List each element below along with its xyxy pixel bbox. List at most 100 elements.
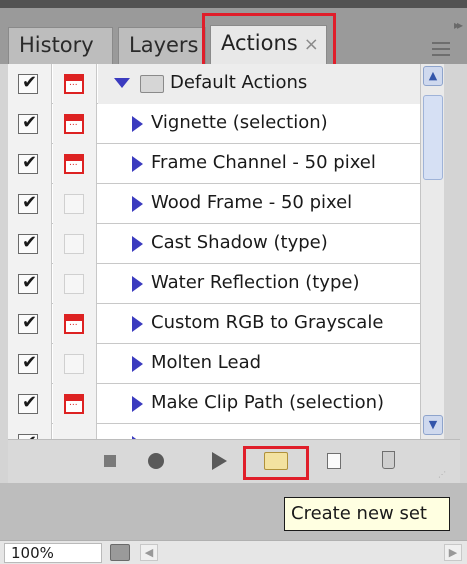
checkmark-icon[interactable]: ✔ (18, 232, 38, 254)
toggle-cell[interactable]: ✔ (8, 384, 52, 424)
document-info-icon[interactable] (110, 544, 130, 561)
expand-triangle-icon[interactable] (132, 236, 143, 252)
toggle-cell[interactable]: ✔ (8, 144, 52, 184)
dialog-icon[interactable] (64, 74, 84, 94)
action-name-cell[interactable]: Custom RGB to Grayscale (98, 304, 420, 344)
action-row[interactable]: ✔ Cast Shadow (type) (8, 224, 420, 264)
vertical-scrollbar[interactable]: ▲ ▼ (420, 64, 444, 439)
toggle-cell[interactable]: ✔ (8, 64, 52, 104)
dialog-toggle-cell[interactable] (53, 424, 97, 439)
checkmark-icon[interactable]: ✔ (18, 72, 38, 94)
toggle-cell[interactable]: ✔ (8, 184, 52, 224)
zoom-field[interactable]: 100% (4, 543, 102, 563)
tooltip-text: Create new set (291, 503, 427, 524)
dialog-toggle-cell[interactable] (53, 264, 97, 304)
expand-triangle-icon[interactable] (132, 196, 143, 212)
action-name-cell[interactable]: Frame Channel - 50 pixel (98, 144, 420, 184)
delete-button[interactable] (374, 448, 402, 474)
action-name-cell[interactable]: Vignette (selection) (98, 104, 420, 144)
checkmark-icon[interactable]: ✔ (18, 152, 38, 174)
dialog-toggle-cell[interactable] (53, 304, 97, 344)
action-row[interactable]: ✔ Vignette (selection) (8, 104, 420, 144)
expand-triangle-icon[interactable] (132, 276, 143, 292)
tab-history[interactable]: History (8, 27, 113, 64)
scroll-up-icon[interactable]: ▲ (423, 66, 443, 86)
dialog-icon[interactable] (64, 314, 84, 334)
dialog-empty-icon[interactable] (64, 354, 84, 374)
dialog-icon[interactable] (64, 154, 84, 174)
scroll-thumb[interactable] (423, 95, 443, 180)
expand-triangle-icon[interactable] (114, 78, 130, 88)
dialog-toggle-cell[interactable] (53, 344, 97, 384)
action-row[interactable]: ✔ Frame Channel - 50 pixel (8, 144, 420, 184)
checkmark-icon[interactable]: ✔ (18, 192, 38, 214)
resize-grip-icon[interactable]: ⋰ (438, 470, 454, 482)
action-name-cell[interactable]: Make Clip Path (selection) (98, 384, 420, 424)
expand-triangle-icon[interactable] (132, 116, 143, 132)
action-name-cell[interactable]: Molten Lead (98, 344, 420, 384)
action-row[interactable]: ✔ Molten Lead (8, 344, 420, 384)
scroll-down-icon[interactable]: ▼ (423, 415, 443, 435)
checkmark-icon[interactable]: ✔ (18, 392, 38, 414)
expand-triangle-icon[interactable] (132, 356, 143, 372)
toggle-cell[interactable]: ✔ (8, 104, 52, 144)
action-row[interactable]: ✔ Make Clip Path (selection) (8, 384, 420, 424)
panel-menu-icon[interactable] (424, 38, 452, 62)
action-label: Make Clip Path (selection) (151, 392, 385, 413)
toggle-cell[interactable]: ✔ (8, 344, 52, 384)
action-label: Cast Shadow (type) (151, 232, 328, 253)
action-set-row[interactable]: ✔ Default Actions (8, 64, 420, 104)
dialog-toggle-cell[interactable] (53, 184, 97, 224)
collapse-icon[interactable]: ▸▸ (420, 18, 463, 32)
expand-triangle-icon[interactable] (132, 156, 143, 172)
action-name-cell[interactable]: Water Reflection (type) (98, 264, 420, 304)
action-label: Water Reflection (type) (151, 272, 360, 293)
dialog-empty-icon[interactable] (64, 194, 84, 214)
dialog-toggle-cell[interactable] (53, 384, 97, 424)
scroll-left-icon[interactable]: ◀ (140, 544, 158, 561)
play-button[interactable] (206, 448, 234, 474)
toggle-cell[interactable]: ✔ (8, 224, 52, 264)
dialog-toggle-cell[interactable] (53, 224, 97, 264)
dialog-toggle-cell[interactable] (53, 144, 97, 184)
action-row[interactable]: ✔ Water Reflection (type) (8, 264, 420, 304)
stop-icon (104, 455, 116, 467)
actions-toolbar (8, 439, 460, 483)
action-name-cell[interactable] (98, 424, 420, 439)
action-label: Wood Frame - 50 pixel (151, 192, 353, 213)
actions-list: ✔ Default Actions ✔ Vignette (selection)… (8, 64, 420, 439)
toggle-cell[interactable]: ✔ (8, 424, 52, 439)
checkmark-icon[interactable]: ✔ (18, 312, 38, 334)
create-new-action-button[interactable] (320, 448, 348, 474)
dialog-toggle-cell[interactable] (53, 104, 97, 144)
status-bar: 100% ◀ ▶ (0, 540, 467, 564)
checkmark-icon[interactable]: ✔ (18, 272, 38, 294)
checkmark-icon[interactable]: ✔ (18, 352, 38, 374)
dialog-icon[interactable] (64, 394, 84, 414)
action-name-cell[interactable]: Wood Frame - 50 pixel (98, 184, 420, 224)
expand-triangle-icon[interactable] (132, 396, 143, 412)
toggle-cell[interactable]: ✔ (8, 264, 52, 304)
action-row-partial[interactable]: ✔ (8, 424, 420, 439)
action-set-name-cell[interactable]: Default Actions (98, 64, 420, 104)
action-label: Vignette (selection) (151, 112, 328, 133)
action-name-cell[interactable]: Cast Shadow (type) (98, 224, 420, 264)
dialog-empty-icon[interactable] (64, 234, 84, 254)
dialog-toggle-cell[interactable] (53, 64, 97, 104)
action-row[interactable]: ✔ Wood Frame - 50 pixel (8, 184, 420, 224)
highlight-actions-tab (202, 13, 336, 70)
tab-layers-label: Layers (129, 33, 199, 57)
dialog-empty-icon[interactable] (64, 274, 84, 294)
record-button[interactable] (142, 448, 170, 474)
folder-icon (140, 75, 164, 93)
action-set-label: Default Actions (170, 72, 308, 93)
checkmark-icon[interactable]: ✔ (18, 112, 38, 134)
toggle-cell[interactable]: ✔ (8, 304, 52, 344)
tab-layers[interactable]: Layers (118, 27, 206, 64)
stop-button[interactable] (96, 448, 124, 474)
scroll-right-icon[interactable]: ▶ (444, 544, 462, 561)
expand-triangle-icon[interactable] (132, 316, 143, 332)
highlight-new-set-button (243, 446, 309, 480)
dialog-icon[interactable] (64, 114, 84, 134)
action-row[interactable]: ✔ Custom RGB to Grayscale (8, 304, 420, 344)
